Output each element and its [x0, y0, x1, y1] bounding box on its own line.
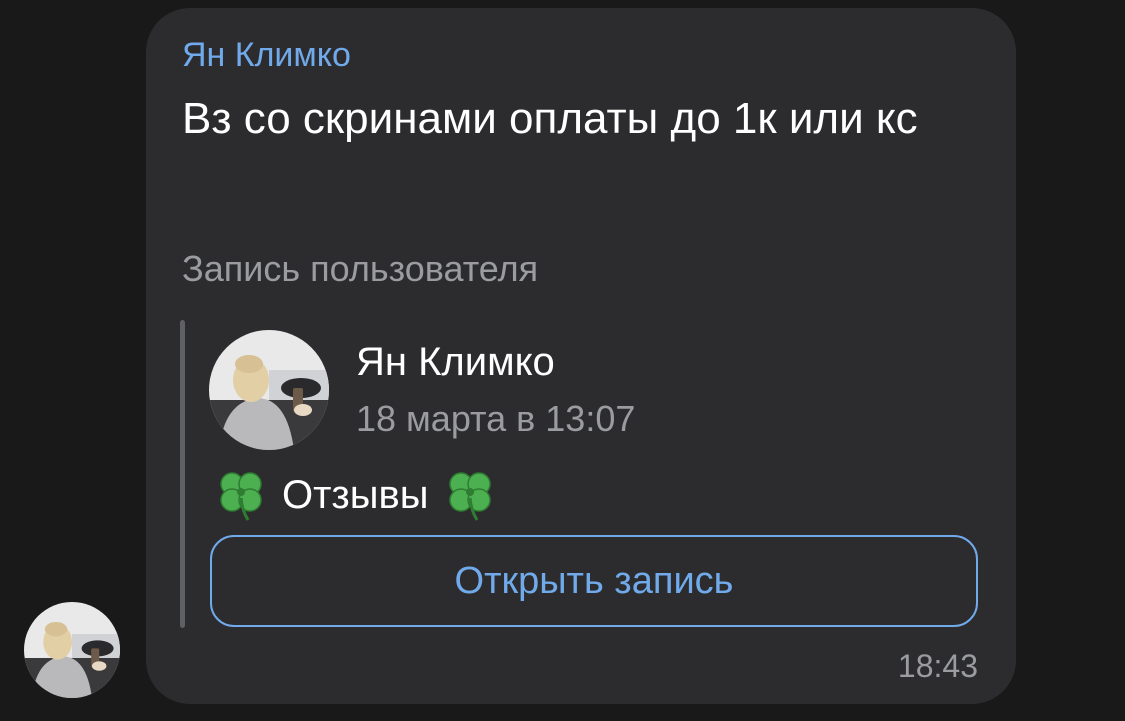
- post-title-text: Отзывы: [282, 472, 429, 517]
- clover-icon: [448, 472, 491, 521]
- avatar-photo-icon: [24, 602, 120, 698]
- clover-icon: [220, 472, 262, 521]
- post-author-avatar[interactable]: [209, 330, 329, 450]
- post-title: Отзывы: [214, 468, 497, 522]
- repost-divider: [180, 320, 185, 628]
- sender-avatar[interactable]: [24, 602, 120, 698]
- open-post-button[interactable]: Открыть запись: [210, 535, 978, 627]
- message-time: 18:43: [897, 648, 978, 684]
- chat-screen: Ян Климко Вз со скринами оплаты до 1к ил…: [0, 0, 1125, 721]
- avatar-photo-icon: [209, 330, 329, 450]
- post-date: 18 марта в 13:07: [356, 398, 636, 439]
- message-bubble[interactable]: Ян Климко Вз со скринами оплаты до 1к ил…: [146, 8, 1016, 704]
- post-author-name[interactable]: Ян Климко: [356, 340, 555, 385]
- repost-label: Запись пользователя: [182, 248, 539, 289]
- sender-name[interactable]: Ян Климко: [182, 36, 351, 75]
- message-text: Вз со скринами оплаты до 1к или кс: [182, 94, 918, 143]
